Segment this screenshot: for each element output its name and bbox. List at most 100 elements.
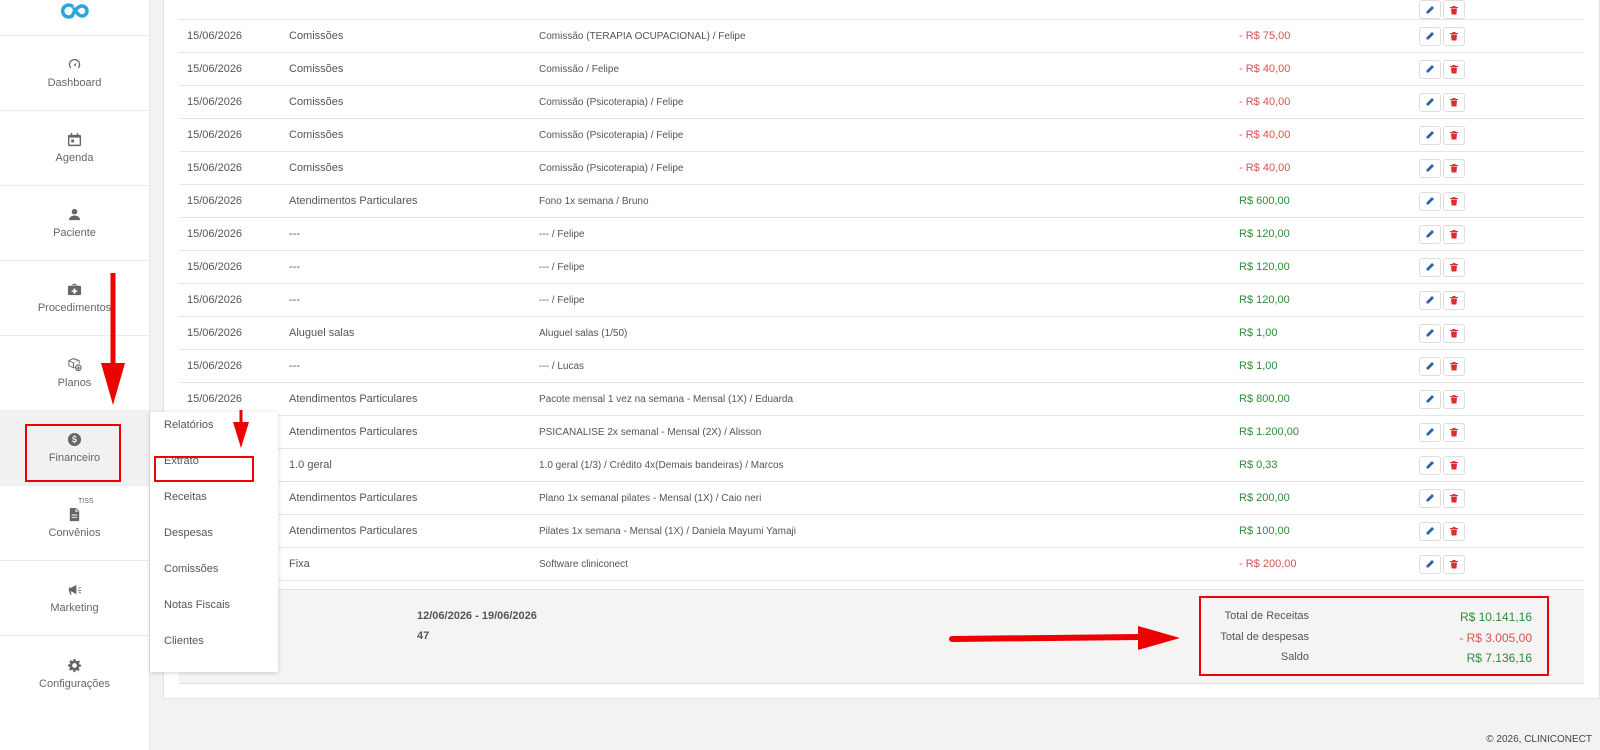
edit-button[interactable]	[1419, 92, 1441, 112]
saldo-value: R$ 7.136,16	[1466, 651, 1532, 665]
delete-button[interactable]	[1443, 224, 1465, 244]
delete-button[interactable]	[1443, 290, 1465, 310]
trash-icon	[1450, 197, 1458, 206]
submenu-item-despesas[interactable]: Despesas	[164, 527, 213, 539]
cell-actions	[1419, 415, 1584, 449]
table-row: 15/06/2026 --- --- / Lucas R$ 1,00	[179, 349, 1584, 383]
cell-date: 15/06/2026	[179, 283, 289, 317]
edit-icon	[1426, 65, 1434, 73]
delete-button[interactable]	[1443, 455, 1465, 475]
transactions-table: 15/06/2026 Comissões Comissão (TERAPIA OCU…	[179, 0, 1584, 581]
cell-value: - R$ 40,00	[1239, 85, 1419, 119]
delete-button[interactable]	[1443, 554, 1465, 574]
total-despesas-label: Total de despesas	[1220, 631, 1309, 643]
cell-actions	[1419, 481, 1584, 515]
cell-date: 15/06/2026	[179, 382, 289, 416]
cell-description	[539, 0, 1239, 20]
cell-description: --- / Lucas	[539, 349, 1239, 383]
edit-button[interactable]	[1419, 158, 1441, 178]
edit-icon	[1426, 32, 1434, 40]
edit-button[interactable]	[1419, 125, 1441, 145]
brand-logo[interactable]	[0, 0, 149, 36]
speedometer-icon	[68, 58, 81, 69]
edit-button[interactable]	[1419, 488, 1441, 508]
delete-button[interactable]	[1443, 125, 1465, 145]
cell-date: 15/06/2026	[179, 349, 289, 383]
delete-button[interactable]	[1443, 92, 1465, 112]
delete-button[interactable]	[1443, 59, 1465, 79]
sidebar-item-configuracoes[interactable]: Configurações	[0, 636, 149, 711]
edit-button[interactable]	[1419, 59, 1441, 79]
edit-icon	[1426, 329, 1434, 337]
delete-button[interactable]	[1443, 0, 1465, 19]
edit-button[interactable]	[1419, 26, 1441, 46]
edit-button[interactable]	[1419, 455, 1441, 475]
sidebar-item-label: Marketing	[50, 602, 99, 614]
delete-button[interactable]	[1443, 521, 1465, 541]
trash-icon	[1450, 494, 1458, 503]
total-receitas-label: Total de Receitas	[1224, 610, 1309, 622]
delete-button[interactable]	[1443, 356, 1465, 376]
sidebar-item-dashboard[interactable]: Dashboard	[0, 36, 149, 111]
delete-button[interactable]	[1443, 257, 1465, 277]
sidebar-item-planos[interactable]: Planos	[0, 336, 149, 411]
edit-button[interactable]	[1419, 191, 1441, 211]
submenu-item-notas-fiscais[interactable]: Notas Fiscais	[164, 599, 230, 611]
cell-description: Plano 1x semanal pilates - Mensal (1X) /…	[539, 481, 1239, 515]
sidebar-item-paciente[interactable]: Paciente	[0, 186, 149, 261]
cell-actions	[1419, 349, 1584, 383]
submenu-item-clientes[interactable]: Clientes	[164, 635, 204, 647]
sidebar-item-agenda[interactable]: Agenda	[0, 111, 149, 186]
delete-button[interactable]	[1443, 191, 1465, 211]
delete-button[interactable]	[1443, 389, 1465, 409]
edit-button[interactable]	[1419, 521, 1441, 541]
cell-category: Comissões	[289, 118, 539, 152]
cell-date: 15/06/2026	[179, 151, 289, 185]
edit-button[interactable]	[1419, 0, 1441, 19]
person-icon	[68, 208, 81, 221]
cell-date	[179, 0, 289, 20]
edit-button[interactable]	[1419, 422, 1441, 442]
table-row: 15/06/2026 Atendimentos Particulares Pacot…	[179, 382, 1584, 416]
trash-icon	[1450, 263, 1458, 272]
statement-card: 15/06/2026 Comissões Comissão (TERAPIA OCU…	[163, 0, 1600, 699]
edit-button[interactable]	[1419, 356, 1441, 376]
cell-category: Atendimentos Particulares	[289, 382, 539, 416]
cell-value: R$ 100,00	[1239, 514, 1419, 548]
table-row: Fixa Software cliniconect - R$ 200,00	[179, 547, 1584, 581]
edit-button[interactable]	[1419, 554, 1441, 574]
cell-description: Comissão (Psicoterapia) / Felipe	[539, 118, 1239, 152]
cell-description: PSICANALISE 2x semanal - Mensal (2X) / A…	[539, 415, 1239, 449]
edit-button[interactable]	[1419, 257, 1441, 277]
cell-date: 15/06/2026	[179, 250, 289, 284]
edit-icon	[1426, 395, 1434, 403]
trash-icon	[1450, 65, 1458, 74]
delete-button[interactable]	[1443, 422, 1465, 442]
delete-button[interactable]	[1443, 323, 1465, 343]
table-row: 15/06/2026 --- --- / Felipe R$ 120,00	[179, 217, 1584, 251]
submenu-item-comissoes[interactable]: Comissões	[164, 563, 218, 575]
delete-button[interactable]	[1443, 488, 1465, 508]
cell-description: Comissão (Psicoterapia) / Felipe	[539, 151, 1239, 185]
sidebar-item-marketing[interactable]: Marketing	[0, 561, 149, 636]
cell-actions	[1419, 547, 1584, 581]
edit-button[interactable]	[1419, 290, 1441, 310]
submenu-item-receitas[interactable]: Receitas	[164, 491, 207, 503]
sidebar-item-procedimentos[interactable]: Procedimentos	[0, 261, 149, 336]
delete-button[interactable]	[1443, 26, 1465, 46]
edit-button[interactable]	[1419, 224, 1441, 244]
cell-description: Aluguel salas (1/50)	[539, 316, 1239, 350]
total-despesas-row: Total de despesas - R$ 3.005,00	[1201, 631, 1547, 649]
submenu-item-relatorios[interactable]: Relatórios	[164, 419, 214, 431]
trash-icon	[1450, 362, 1458, 371]
cell-description: Comissão / Felipe	[539, 52, 1239, 86]
sidebar-item-convenios[interactable]: TISS Convênios	[0, 486, 149, 561]
delete-button[interactable]	[1443, 158, 1465, 178]
edit-icon	[1426, 461, 1434, 469]
edit-icon	[1426, 230, 1434, 238]
edit-icon	[1426, 164, 1434, 172]
cell-category: Comissões	[289, 85, 539, 119]
edit-button[interactable]	[1419, 323, 1441, 343]
cell-value: R$ 800,00	[1239, 382, 1419, 416]
edit-button[interactable]	[1419, 389, 1441, 409]
